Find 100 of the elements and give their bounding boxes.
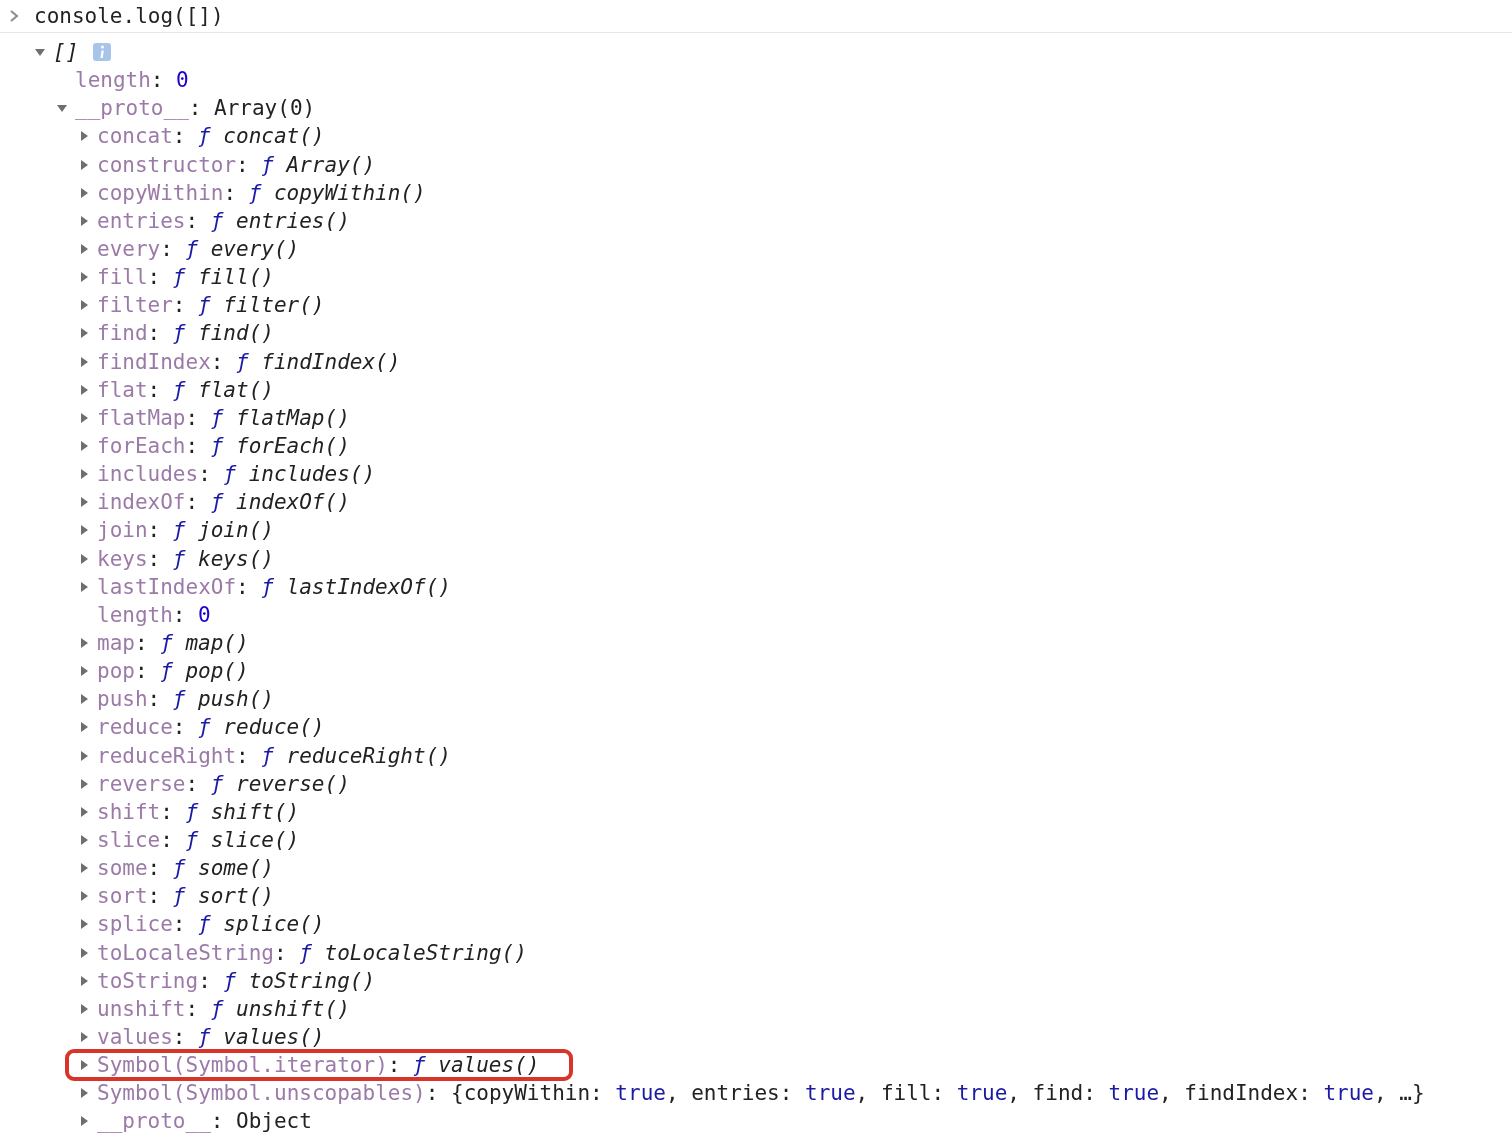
- function-marker: ƒ: [198, 1025, 211, 1049]
- disclosure-triangle-icon[interactable]: [78, 552, 90, 565]
- function-name: concat(): [223, 124, 325, 149]
- colon: :: [198, 462, 211, 487]
- colon: :: [160, 237, 173, 262]
- colon: :: [172, 715, 186, 740]
- disclosure-triangle-icon[interactable]: [78, 834, 90, 846]
- disclosure-triangle-icon[interactable]: [78, 383, 90, 396]
- function-name: lastIndexOf(): [286, 574, 451, 599]
- disclosure-triangle-icon[interactable]: [78, 918, 90, 931]
- function-marker: ƒ: [172, 321, 186, 346]
- property-name: fill: [97, 265, 148, 290]
- colon: :: [274, 940, 287, 965]
- property-name: __proto__: [75, 96, 189, 121]
- disclosure-triangle-icon[interactable]: [78, 130, 90, 143]
- disclosure-triangle-icon[interactable]: [78, 665, 90, 678]
- colon: :: [425, 1081, 439, 1106]
- function-name: forEach(): [236, 434, 350, 459]
- function-name: fill(): [198, 265, 274, 290]
- function-name: flatMap(): [236, 405, 350, 430]
- colon: :: [210, 1109, 224, 1134]
- colon: :: [147, 546, 161, 571]
- disclosure-triangle-icon[interactable]: [78, 468, 90, 481]
- function-name: keys(): [198, 546, 274, 571]
- disclosure-triangle-icon[interactable]: [78, 440, 90, 453]
- function-marker: ƒ: [172, 856, 186, 881]
- colon: :: [160, 828, 173, 852]
- disclosure-triangle-icon[interactable]: [78, 158, 90, 171]
- function-name: indexOf(): [236, 490, 350, 515]
- disclosure-triangle-icon[interactable]: [78, 1031, 90, 1043]
- colon: :: [185, 434, 199, 459]
- disclosure-triangle-icon[interactable]: [78, 1115, 90, 1128]
- function-name: toString(): [248, 968, 376, 993]
- disclosure-triangle-icon[interactable]: [78, 1002, 90, 1015]
- colon: :: [134, 631, 148, 655]
- disclosure-triangle-icon[interactable]: [78, 186, 90, 199]
- function-name: push(): [198, 687, 274, 712]
- property-name: filter: [97, 293, 173, 318]
- function-marker: ƒ: [185, 828, 199, 852]
- disclosure-triangle-icon[interactable]: [78, 496, 90, 509]
- function-marker: ƒ: [299, 940, 312, 965]
- disclosure-triangle-icon[interactable]: [78, 890, 90, 903]
- function-marker: ƒ: [210, 405, 224, 430]
- disclosure-triangle-icon[interactable]: [78, 411, 90, 424]
- function-marker: ƒ: [248, 180, 262, 205]
- disclosure-triangle-icon[interactable]: [78, 524, 90, 537]
- disclosure-triangle-icon[interactable]: [78, 749, 90, 762]
- property-value: 0: [176, 68, 189, 93]
- function-marker: ƒ: [160, 631, 173, 655]
- disclosure-triangle-icon[interactable]: [78, 299, 90, 312]
- disclosure-triangle-icon[interactable]: [78, 862, 90, 875]
- function-name: copyWithin(): [273, 180, 426, 205]
- function-name: filter(): [223, 293, 325, 318]
- function-marker: ƒ: [198, 912, 211, 937]
- disclosure-triangle-icon[interactable]: [78, 637, 90, 649]
- disclosure-triangle-icon[interactable]: [78, 693, 90, 706]
- function-name: values(): [223, 1025, 325, 1049]
- disclosure-triangle-icon[interactable]: [78, 271, 90, 284]
- disclosure-triangle-icon[interactable]: [78, 974, 90, 987]
- colon: :: [188, 96, 202, 121]
- disclosure-triangle-icon[interactable]: [78, 214, 90, 227]
- disclosure-triangle-icon[interactable]: [78, 946, 90, 959]
- property-name: shift: [97, 799, 161, 824]
- function-name: map(): [185, 631, 249, 655]
- disclosure-triangle-icon[interactable]: [78, 327, 90, 340]
- disclosure-triangle-icon[interactable]: [78, 243, 90, 256]
- function-name: entries(): [236, 208, 350, 233]
- property-name: splice: [97, 912, 173, 937]
- property-name: includes: [97, 462, 199, 487]
- prompt-chevron-icon: [8, 9, 20, 23]
- property-name: length: [75, 68, 151, 93]
- disclosure-triangle-icon[interactable]: [78, 1059, 90, 1072]
- disclosure-triangle-icon[interactable]: [78, 355, 90, 368]
- function-marker: ƒ: [172, 377, 186, 402]
- property-name: sort: [97, 884, 148, 909]
- colon: :: [223, 180, 237, 205]
- function-name: reverse(): [236, 771, 350, 796]
- colon: :: [210, 349, 224, 374]
- function-marker: ƒ: [210, 996, 224, 1021]
- function-marker: ƒ: [172, 518, 186, 543]
- property-value: Array(0): [214, 96, 316, 121]
- function-name: toLocaleString(): [324, 940, 527, 965]
- property-name: keys: [97, 546, 148, 571]
- property-name: reverse: [97, 771, 186, 796]
- function-name: reduce(): [223, 715, 325, 740]
- colon: :: [198, 968, 211, 993]
- disclosure-triangle-icon[interactable]: [78, 1087, 90, 1100]
- disclosure-triangle-icon[interactable]: [78, 805, 90, 818]
- disclosure-triangle-icon[interactable]: [78, 580, 90, 593]
- function-marker: ƒ: [160, 659, 173, 684]
- function-name: find(): [198, 321, 274, 346]
- function-marker: ƒ: [172, 884, 186, 909]
- function-marker: ƒ: [413, 1053, 426, 1078]
- function-name: splice(): [223, 912, 325, 937]
- disclosure-triangle-icon[interactable]: [78, 721, 90, 734]
- property-name: unshift: [97, 996, 186, 1021]
- property-name: findIndex: [97, 349, 211, 374]
- disclosure-triangle-icon[interactable]: [78, 777, 90, 790]
- colon: :: [147, 377, 161, 402]
- function-name: reduceRight(): [286, 743, 451, 768]
